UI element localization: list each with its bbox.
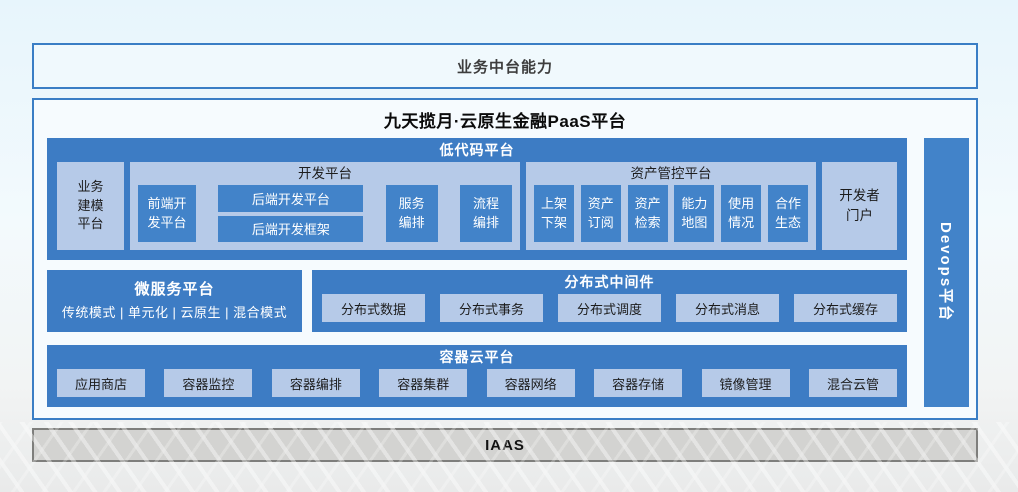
dev-platform-title: 开发平台 xyxy=(130,162,520,185)
section-low-code-platform: 低代码平台 业务 建模 平台 开发平台 前端开 发平台 后端开发平台 后端开发框… xyxy=(47,138,907,260)
diagram-canvas: 业务中台能力 九天揽月·云原生金融PaaS平台 低代码平台 业务 建模 平台 开… xyxy=(0,0,1018,492)
backend-framework-box: 后端开发框架 xyxy=(218,216,363,243)
asset-control-row: 上架 下架 资产 订阅 资产 检索 能力 地图 使用 情况 合作 生态 xyxy=(526,185,816,250)
frontend-dev-box: 前端开 发平台 xyxy=(138,185,196,242)
section-container-cloud-platform: 容器云平台 应用商店 容器监控 容器编排 容器集群 容器网络 容器存储 镜像管理… xyxy=(47,345,907,407)
platform-title: 九天揽月·云原生金融PaaS平台 xyxy=(34,107,976,132)
backend-platform-box: 后端开发平台 xyxy=(218,185,363,212)
business-midplatform-label: 业务中台能力 xyxy=(457,56,553,77)
cloud-item-monitoring: 容器监控 xyxy=(164,369,252,397)
business-modeling-box: 业务 建模 平台 xyxy=(57,162,124,250)
middleware-item-message: 分布式消息 xyxy=(676,294,779,322)
cloud-item-hybrid-mgmt: 混合云管 xyxy=(809,369,897,397)
devops-platform-bar: Devops平台 xyxy=(924,138,969,407)
microservice-title: 微服务平台 xyxy=(47,281,302,299)
cloud-item-app-store: 应用商店 xyxy=(57,369,145,397)
low-code-platform-row: 业务 建模 平台 开发平台 前端开 发平台 后端开发平台 后端开发框架 服务 编… xyxy=(47,162,907,260)
dev-platform-row: 前端开 发平台 后端开发平台 后端开发框架 服务 编排 流程 编排 xyxy=(130,185,520,250)
asset-control-group: 资产管控平台 上架 下架 资产 订阅 资产 检索 能力 地图 使用 情况 合作 … xyxy=(526,162,816,250)
iaas-label: IAAS xyxy=(485,437,525,454)
asset-item-subscribe: 资产 订阅 xyxy=(581,185,621,242)
section-microservice-platform: 微服务平台 传统模式 | 单元化 | 云原生 | 混合模式 xyxy=(47,270,302,332)
paas-platform-container: 九天揽月·云原生金融PaaS平台 低代码平台 业务 建模 平台 开发平台 前端开… xyxy=(32,98,978,420)
asset-item-ecosystem: 合作 生态 xyxy=(768,185,808,242)
middleware-item-cache: 分布式缓存 xyxy=(794,294,897,322)
asset-item-usage: 使用 情况 xyxy=(721,185,761,242)
microservice-modes: 传统模式 | 单元化 | 云原生 | 混合模式 xyxy=(47,302,302,321)
cloud-item-network: 容器网络 xyxy=(487,369,575,397)
middleware-item-transaction: 分布式事务 xyxy=(440,294,543,322)
middleware-item-scheduling: 分布式调度 xyxy=(558,294,661,322)
backend-stack: 后端开发平台 后端开发框架 xyxy=(218,185,363,242)
cloud-item-image-mgmt: 镜像管理 xyxy=(702,369,790,397)
section-distributed-middleware: 分布式中间件 分布式数据 分布式事务 分布式调度 分布式消息 分布式缓存 xyxy=(312,270,907,332)
container-cloud-row: 应用商店 容器监控 容器编排 容器集群 容器网络 容器存储 镜像管理 混合云管 xyxy=(47,369,907,407)
middleware-item-data: 分布式数据 xyxy=(322,294,425,322)
cloud-item-orchestration: 容器编排 xyxy=(272,369,360,397)
service-orchestration-box: 服务 编排 xyxy=(386,185,438,242)
process-orchestration-box: 流程 编排 xyxy=(460,185,512,242)
developer-portal-box: 开发者 门户 xyxy=(822,162,897,250)
asset-item-search: 资产 检索 xyxy=(628,185,668,242)
dev-platform-group: 开发平台 前端开 发平台 后端开发平台 后端开发框架 服务 编排 流程 编排 xyxy=(130,162,520,250)
business-midplatform-banner: 业务中台能力 xyxy=(32,43,978,89)
cloud-item-storage: 容器存储 xyxy=(594,369,682,397)
container-cloud-title: 容器云平台 xyxy=(47,345,907,369)
middleware-title: 分布式中间件 xyxy=(312,270,907,294)
asset-control-title: 资产管控平台 xyxy=(526,162,816,185)
low-code-platform-title: 低代码平台 xyxy=(47,138,907,162)
asset-item-shelf: 上架 下架 xyxy=(534,185,574,242)
asset-item-capability-map: 能力 地图 xyxy=(674,185,714,242)
middleware-row: 分布式数据 分布式事务 分布式调度 分布式消息 分布式缓存 xyxy=(312,294,907,332)
cloud-item-cluster: 容器集群 xyxy=(379,369,467,397)
iaas-bar: IAAS xyxy=(32,428,978,462)
devops-platform-label: Devops平台 xyxy=(936,222,957,322)
